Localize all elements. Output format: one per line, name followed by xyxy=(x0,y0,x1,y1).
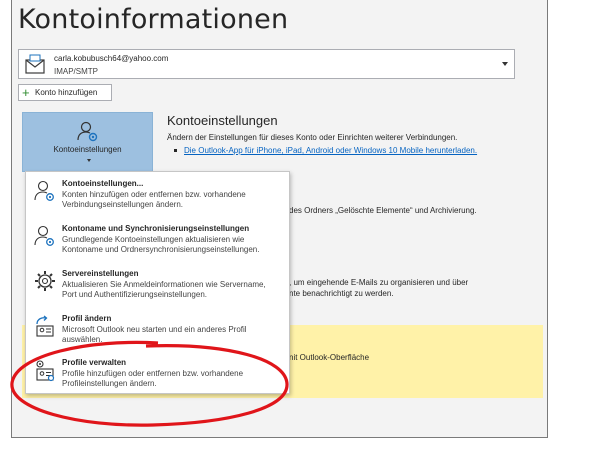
plus-icon: + xyxy=(22,85,30,100)
background-text: des Ordners „Gelöschte Elemente“ und Arc… xyxy=(289,206,477,215)
menu-item-account-name-sync[interactable]: Kontoname und Synchronisierungseinstellu… xyxy=(26,220,289,260)
add-account-label: Konto hinzufügen xyxy=(35,88,98,97)
menu-item-title: Kontoeinstellungen... xyxy=(62,179,144,188)
background-text: nte benachrichtigt zu werden. xyxy=(289,289,394,298)
menu-item-description: Aktualisieren Sie Anmeldeinformationen w… xyxy=(62,280,266,299)
chevron-down-icon xyxy=(87,159,91,162)
menu-item-description: Microsoft Outlook neu starten und ein an… xyxy=(62,325,247,344)
profile-manage-icon xyxy=(36,360,55,382)
menu-item-description: Konten hinzufügen oder entfernen bzw. vo… xyxy=(62,190,246,209)
chevron-down-icon[interactable] xyxy=(502,62,508,66)
menu-item-change-profile[interactable]: Profil ändern Microsoft Outlook neu star… xyxy=(26,310,289,350)
section-title: Kontoeinstellungen xyxy=(167,113,278,128)
person-gear-icon xyxy=(34,225,54,246)
section-description: Ändern der Einstellungen für dieses Kont… xyxy=(167,133,458,142)
menu-item-title: Profil ändern xyxy=(62,314,112,323)
account-settings-dropdown-menu: Kontoeinstellungen... Konten hinzufügen … xyxy=(25,171,290,394)
account-settings-icon xyxy=(77,121,98,142)
outlook-app-download-link[interactable]: Die Outlook-App für iPhone, iPad, Androi… xyxy=(184,146,477,155)
menu-item-title: Kontoname und Synchronisierungseinstellu… xyxy=(62,224,250,233)
account-settings-label: Kontoeinstellungen xyxy=(53,145,122,154)
menu-item-title: Servereinstellungen xyxy=(62,269,139,278)
menu-item-server-settings[interactable]: Servereinstellungen Aktualisieren Sie An… xyxy=(26,265,289,305)
page-title: Kontoinformationen xyxy=(18,4,289,35)
menu-item-account-settings[interactable]: Kontoeinstellungen... Konten hinzufügen … xyxy=(26,175,289,215)
bullet-icon xyxy=(174,149,177,152)
account-type: IMAP/SMTP xyxy=(54,67,99,76)
menu-item-description: Grundlegende Kontoeinstellungen aktualis… xyxy=(62,235,260,254)
gear-icon xyxy=(35,271,55,291)
add-account-button[interactable]: + Konto hinzufügen xyxy=(18,84,112,101)
menu-item-description: Profile hinzufügen oder entfernen bzw. v… xyxy=(62,369,244,388)
profile-switch-icon xyxy=(36,315,54,337)
menu-item-manage-profiles[interactable]: Profile verwalten Profile hinzufügen ode… xyxy=(26,354,289,394)
mail-account-icon xyxy=(25,54,45,74)
account-settings-button[interactable]: Kontoeinstellungen xyxy=(22,112,153,172)
background-text: , um eingehende E-Mails zu organisieren … xyxy=(289,278,469,287)
menu-item-title: Profile verwalten xyxy=(62,358,127,367)
account-email: carla.kobubusch64@yahoo.com xyxy=(54,54,169,63)
background-text: nit Outlook-Oberfläche xyxy=(289,353,370,362)
person-gear-icon xyxy=(34,180,54,201)
account-selector[interactable]: carla.kobubusch64@yahoo.com IMAP/SMTP xyxy=(18,49,515,79)
